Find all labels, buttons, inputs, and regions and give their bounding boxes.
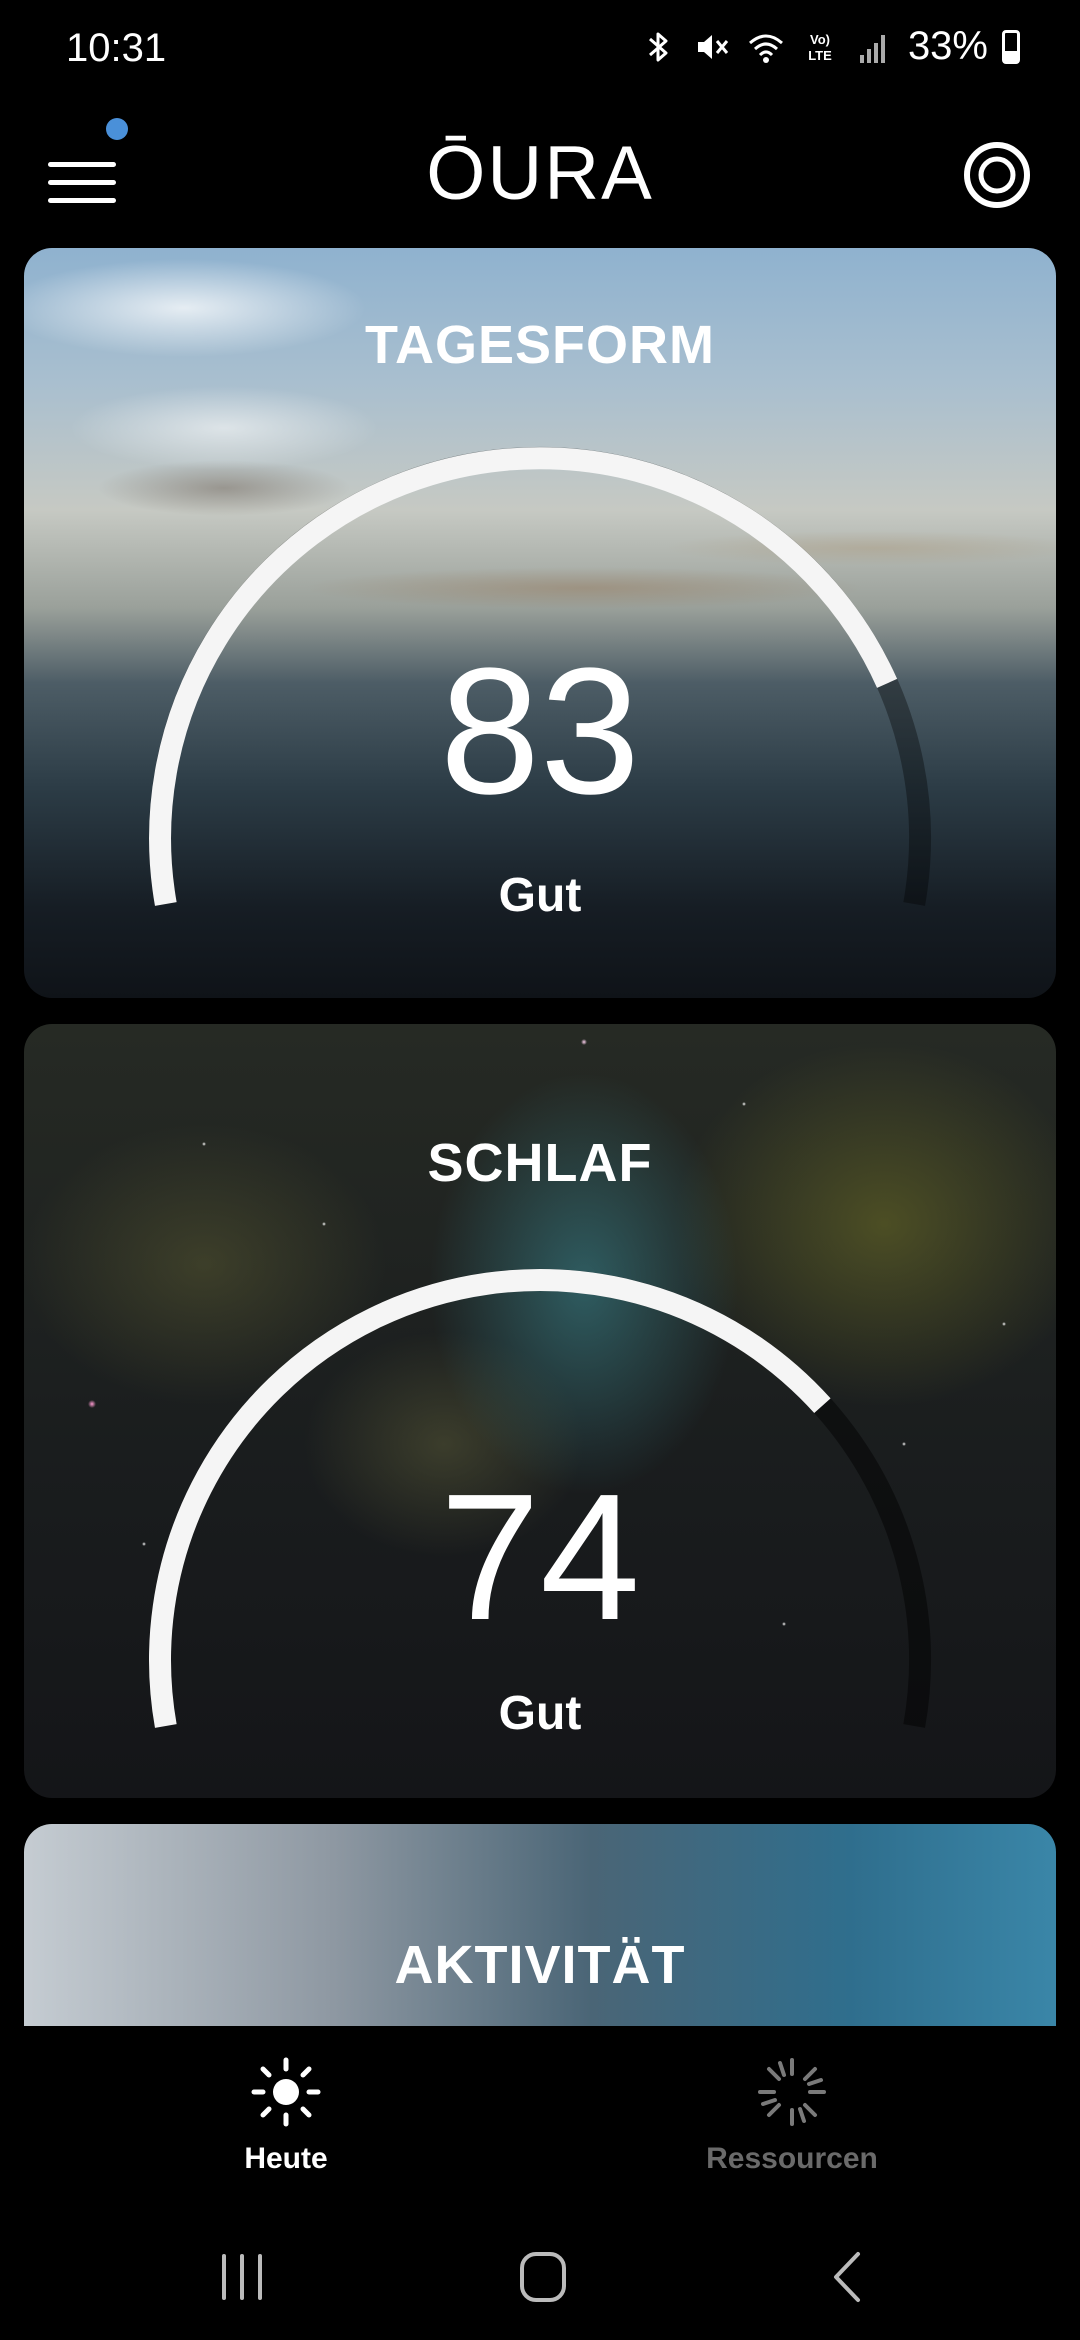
svg-text:LTE: LTE <box>808 48 832 63</box>
signal-icon <box>859 34 885 63</box>
bottom-navigation: Heute Ressourcen <box>0 2026 1080 2210</box>
wifi-icon <box>748 34 783 63</box>
home-icon[interactable] <box>502 2242 582 2312</box>
volte-icon: Vo) LTE <box>808 32 832 63</box>
readiness-score-label: Gut <box>498 869 582 922</box>
resources-icon <box>758 2058 826 2126</box>
sleep-score: 74 <box>439 1457 641 1658</box>
nav-label-today: Heute <box>244 2142 328 2175</box>
readiness-card[interactable]: TAGESFORM 83 Gut <box>24 248 1056 998</box>
sleep-score-label: Gut <box>498 1687 582 1740</box>
bluetooth-icon <box>648 32 668 61</box>
oura-logo: ŌURA <box>426 131 654 216</box>
card-title: AKTIVITÄT <box>394 1935 686 1995</box>
back-icon[interactable] <box>808 2242 888 2312</box>
svg-text:Vo): Vo) <box>810 32 830 47</box>
mute-icon <box>697 34 729 59</box>
battery-icon <box>1002 29 1020 64</box>
battery-fill <box>1005 51 1017 61</box>
activity-card[interactable]: AKTIVITÄT <box>24 1824 1056 2026</box>
status-time: 10:31 <box>66 26 167 70</box>
recent-apps-icon[interactable] <box>202 2242 282 2312</box>
sun-icon <box>251 2057 321 2127</box>
readiness-score: 83 <box>439 631 641 832</box>
nav-label-resources: Ressourcen <box>706 2142 878 2175</box>
nav-item-today[interactable]: Heute <box>136 2056 436 2176</box>
battery-percent: 33% <box>907 24 988 68</box>
nav-item-resources[interactable]: Ressourcen <box>642 2056 942 2176</box>
ring-icon[interactable] <box>954 132 1040 218</box>
system-navigation-bar <box>0 2210 1080 2340</box>
app-header: ŌURA <box>0 110 1080 240</box>
status-icons: Vo) LTE 33% <box>638 24 1020 69</box>
sleep-card[interactable]: SCHLAF 74 Gut <box>24 1024 1056 1798</box>
status-bar: 10:31 Vo) LTE 33% <box>0 0 1080 100</box>
sleep-gauge <box>149 1268 931 1728</box>
